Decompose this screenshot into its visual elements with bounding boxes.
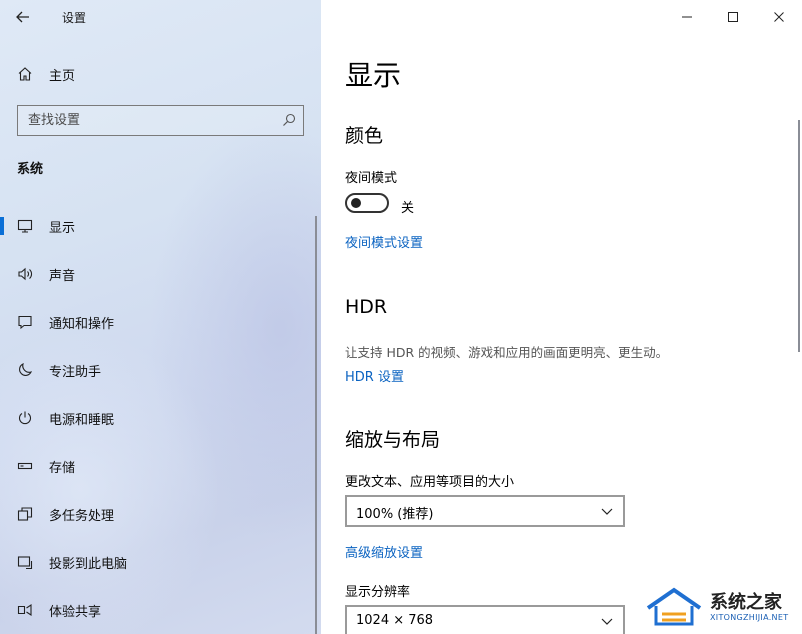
sidebar-item-multitasking[interactable]: 多任务处理 bbox=[0, 490, 321, 538]
sidebar-item-label: 显示 bbox=[49, 220, 76, 236]
sidebar-item-label: 电源和睡眠 bbox=[49, 412, 115, 428]
scale-dropdown-value: 100% (推荐) bbox=[356, 507, 434, 522]
page-title: 显示 bbox=[345, 59, 402, 92]
night-light-settings-link[interactable]: 夜间模式设置 bbox=[345, 232, 423, 251]
sidebar-scrollbar[interactable] bbox=[315, 216, 317, 634]
sidebar-item-label: 声音 bbox=[49, 268, 76, 284]
sidebar-item-sound[interactable]: 声音 bbox=[0, 250, 321, 298]
maximize-icon bbox=[728, 12, 738, 22]
content-pane: 显示 颜色 夜间模式 关 夜间模式设置 HDR 让支持 HDR 的视频、游戏和应… bbox=[321, 0, 802, 634]
sidebar-item-shared-experiences[interactable]: 体验共享 bbox=[0, 586, 321, 634]
sidebar-item-power[interactable]: 电源和睡眠 bbox=[0, 394, 321, 442]
back-button[interactable] bbox=[10, 6, 36, 28]
watermark-name: 系统之家 bbox=[710, 592, 782, 613]
speaker-icon bbox=[16, 265, 34, 283]
search-box[interactable] bbox=[17, 105, 304, 136]
sidebar-item-project[interactable]: 投影到此电脑 bbox=[0, 538, 321, 586]
storage-icon bbox=[16, 457, 34, 475]
resolution-label: 显示分辨率 bbox=[345, 585, 411, 600]
content-scrollbar[interactable] bbox=[798, 120, 800, 352]
sidebar-item-display[interactable]: 显示 bbox=[0, 202, 321, 250]
monitor-icon bbox=[16, 217, 34, 235]
close-button[interactable] bbox=[756, 0, 802, 34]
power-icon bbox=[16, 409, 34, 427]
sidebar-item-label: 通知和操作 bbox=[49, 316, 115, 332]
chevron-down-icon bbox=[601, 618, 613, 625]
title-bar: 设置 bbox=[0, 0, 321, 34]
home-icon bbox=[16, 65, 34, 83]
moon-icon bbox=[16, 361, 34, 379]
sidebar-item-label: 主页 bbox=[49, 68, 76, 84]
minimize-icon bbox=[682, 16, 692, 18]
chevron-down-icon bbox=[601, 508, 613, 515]
multitask-icon bbox=[16, 505, 34, 523]
night-light-label: 夜间模式 bbox=[345, 171, 398, 186]
hdr-settings-link[interactable]: HDR 设置 bbox=[345, 366, 404, 385]
watermark-url: XITONGZHIJIA.NET bbox=[710, 613, 789, 622]
notification-icon bbox=[16, 313, 34, 331]
close-icon bbox=[774, 12, 784, 22]
hdr-heading: HDR bbox=[345, 296, 388, 318]
scale-dropdown[interactable]: 100% (推荐) bbox=[345, 495, 625, 527]
sidebar-nav: 显示 声音 通知和操作 专注助手 电源和睡眠 存储 多任务处理 投影到此电脑 体… bbox=[0, 202, 321, 634]
search-input[interactable] bbox=[18, 106, 268, 135]
hdr-description: 让支持 HDR 的视频、游戏和应用的画面更明亮、更生动。 bbox=[345, 345, 669, 360]
sidebar: 设置 主页 系统 显示 声音 bbox=[0, 0, 321, 634]
sidebar-item-notifications[interactable]: 通知和操作 bbox=[0, 298, 321, 346]
advanced-scaling-link[interactable]: 高级缩放设置 bbox=[345, 542, 423, 561]
share-icon bbox=[16, 601, 34, 619]
sidebar-item-storage[interactable]: 存储 bbox=[0, 442, 321, 490]
night-light-toggle[interactable] bbox=[345, 193, 389, 213]
project-icon bbox=[16, 553, 34, 571]
sidebar-item-label: 体验共享 bbox=[49, 604, 102, 620]
color-heading: 颜色 bbox=[345, 125, 384, 147]
search-icon[interactable] bbox=[282, 113, 296, 127]
scale-layout-heading: 缩放与布局 bbox=[345, 429, 441, 451]
toggle-state-label: 关 bbox=[401, 201, 415, 216]
resolution-dropdown[interactable]: 1024 × 768 bbox=[345, 605, 625, 634]
resolution-dropdown-value: 1024 × 768 bbox=[356, 613, 434, 628]
sidebar-item-focus-assist[interactable]: 专注助手 bbox=[0, 346, 321, 394]
sidebar-item-home[interactable]: 主页 bbox=[0, 58, 321, 90]
toggle-knob bbox=[351, 198, 361, 208]
house-logo-icon bbox=[646, 587, 702, 626]
sidebar-item-label: 存储 bbox=[49, 460, 76, 476]
section-title: 系统 bbox=[17, 162, 44, 177]
window-controls bbox=[664, 0, 802, 34]
sidebar-item-label: 多任务处理 bbox=[49, 508, 115, 524]
minimize-button[interactable] bbox=[664, 0, 710, 34]
watermark: 系统之家 XITONGZHIJIA.NET bbox=[640, 582, 802, 632]
maximize-button[interactable] bbox=[710, 0, 756, 34]
sidebar-item-label: 专注助手 bbox=[49, 364, 102, 380]
app-title: 设置 bbox=[62, 11, 87, 25]
scale-label: 更改文本、应用等项目的大小 bbox=[345, 475, 515, 490]
sidebar-item-label: 投影到此电脑 bbox=[49, 556, 128, 572]
back-arrow-icon bbox=[16, 11, 29, 23]
